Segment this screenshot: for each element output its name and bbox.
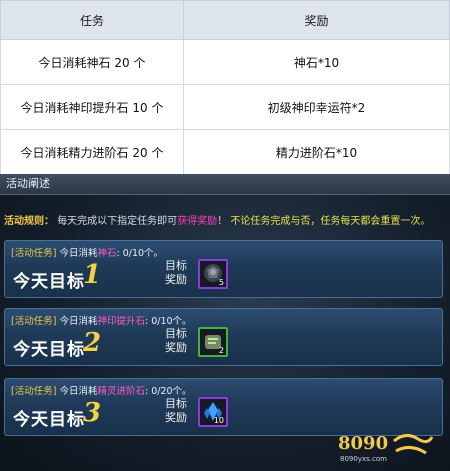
task-tag: [活动任务] [11,248,57,259]
svg-text:8090yxs.com: 8090yxs.com [340,455,387,463]
panel-header: 活动阐述 [0,174,450,195]
reward-cell: 初级神印幸运符*2 [183,84,450,130]
task-line: [活动任务] 今日消耗精灵进阶石: 0/20个。 [11,383,192,397]
reward-count: 5 [218,278,224,287]
task-cell: 今日消耗神印提升石 10 个 [0,84,184,130]
goal-label: 今天目标 [13,340,85,360]
task-prefix: 今日消耗 [59,316,98,327]
table-header-row: 任务 奖励 [0,0,450,40]
rules-punct: ！ [217,216,228,227]
task-card-1: [活动任务] 今日消耗神石: 0/10个。 今天目标 1 目标奖励 5 [4,240,443,298]
rules-reset-note: 不论任务完成与否，任务每天都会重置一次。 [230,216,431,227]
task-item: 神印提升石 [97,316,145,327]
task-prefix: 今日消耗 [59,386,98,397]
svg-text:8090: 8090 [338,433,388,454]
rules-label: 活动规则： [4,216,54,227]
task-progress: : 0/10个。 [144,316,192,327]
task-line: [活动任务] 今日消耗神石: 0/10个。 [11,245,163,259]
goal-number: 1 [83,260,102,290]
reward-slot[interactable]: 5 [198,259,228,289]
rules-text: 每天完成以下指定任务即可 [57,216,178,227]
reward-label: 目标奖励 [165,259,187,286]
task-item: 神石 [97,248,117,259]
goal-label: 今天目标 [13,410,85,430]
reward-count: 10 [213,416,224,425]
task-progress: : 0/20个。 [144,386,192,397]
header-reward: 奖励 [183,0,450,40]
task-cell: 今日消耗神石 20 个 [0,39,184,85]
task-item: 精灵进阶石 [97,386,145,397]
task-tag: [活动任务] [11,316,57,327]
activity-rules: 活动规则： 每天完成以下指定任务即可获得奖励！ 不论任务完成与否，任务每天都会重… [4,212,430,227]
table-row: 今日消耗神印提升石 10 个 初级神印幸运符*2 [0,84,450,130]
goal-number: 2 [83,328,102,358]
task-line: [活动任务] 今日消耗神印提升石: 0/10个。 [11,313,192,327]
task-progress: : 0/10个。 [116,248,164,259]
reward-label: 目标奖励 [165,327,187,354]
goal-number: 3 [83,398,102,428]
site-logo-watermark: 8090 8090yxs.com [338,433,434,463]
task-cell: 今日消耗精力进阶石 20 个 [0,129,184,175]
reward-cell: 神石*10 [183,39,450,85]
header-task: 任务 [0,0,184,40]
task-prefix: 今日消耗 [59,248,98,259]
task-reward-table: 任务 奖励 今日消耗神石 20 个 神石*10 今日消耗神印提升石 10 个 初… [0,0,450,175]
reward-count: 2 [218,346,224,355]
reward-slot[interactable]: 2 [198,327,228,357]
table-row: 今日消耗神石 20 个 神石*10 [0,39,450,85]
reward-cell: 精力进阶石*10 [183,129,450,175]
task-tag: [活动任务] [11,386,57,397]
rules-highlight: 获得奖励 [177,216,218,227]
goal-label: 今天目标 [13,272,85,292]
activity-panel: 活动阐述 活动规则： 每天完成以下指定任务即可获得奖励！ 不论任务完成与否，任务… [0,174,450,471]
table-row: 今日消耗精力进阶石 20 个 精力进阶石*10 [0,129,450,175]
task-card-2: [活动任务] 今日消耗神印提升石: 0/10个。 今天目标 2 目标奖励 2 [4,308,443,366]
reward-label: 目标奖励 [165,397,187,424]
reward-slot[interactable]: 10 [198,397,228,427]
